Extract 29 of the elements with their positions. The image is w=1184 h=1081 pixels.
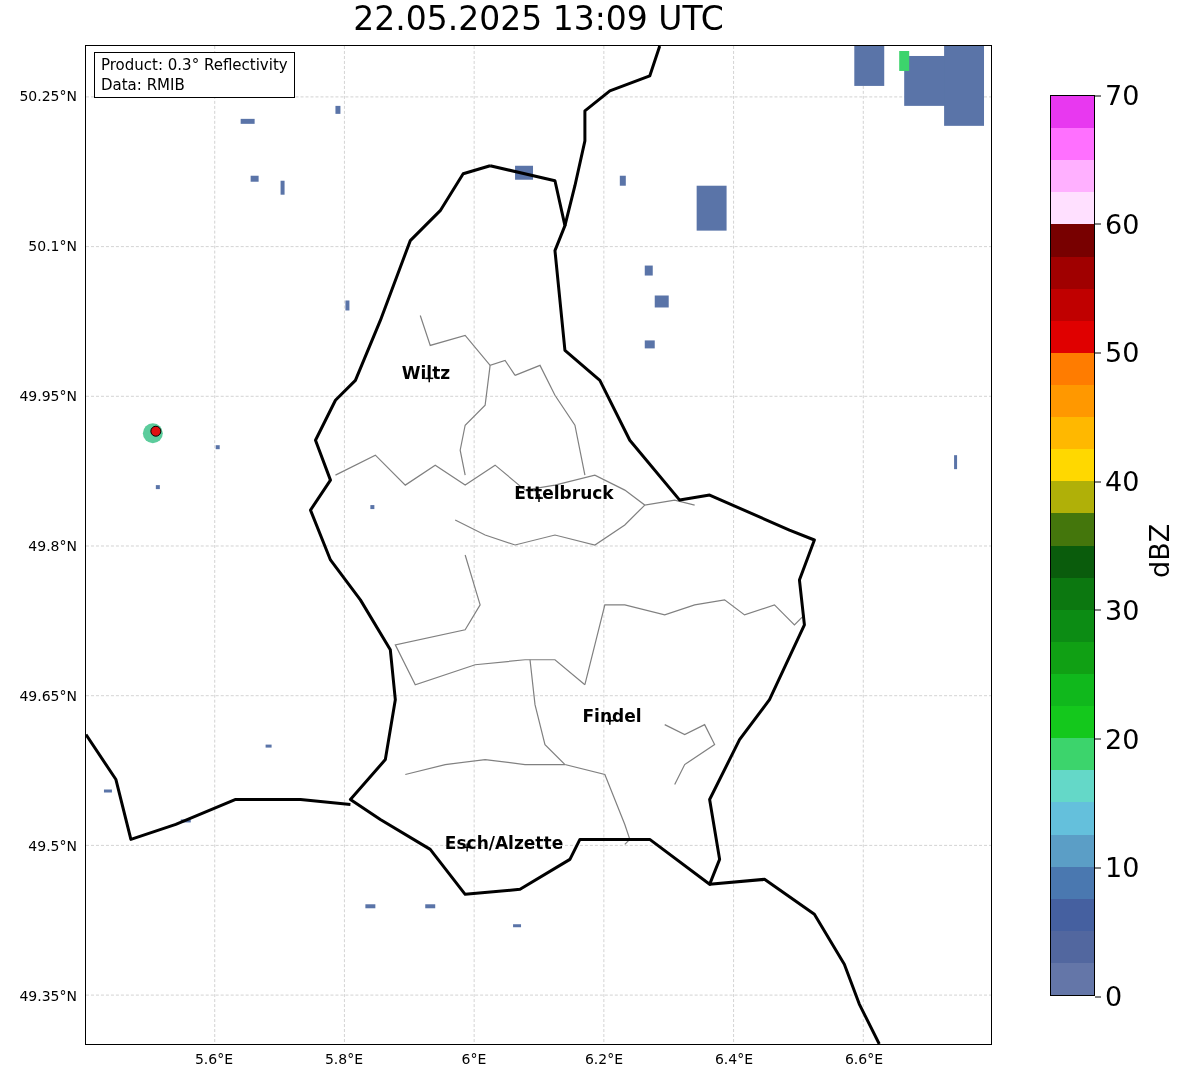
colorbar-label: dBZ (1144, 523, 1175, 578)
latitude-label: 49.5°N (28, 838, 77, 854)
latitude-label: 50.1°N (28, 238, 77, 254)
longitude-label: 5.8°E (324, 1051, 364, 1067)
colorbar-tick-label: 60 (1095, 208, 1140, 240)
colorbar-tick-label: 50 (1095, 336, 1140, 368)
colorbar-tick-label: 0 (1095, 980, 1123, 1012)
colorbar-tick-label: 20 (1095, 723, 1140, 755)
longitude-label: 5.6°E (194, 1051, 234, 1067)
chart-title: 22.05.2025 13:09 UTC (352, 0, 725, 40)
city-label: Ettelbruck (514, 483, 614, 503)
colorbar-tick-label: 10 (1095, 851, 1140, 883)
colorbar-tick-label: 30 (1095, 594, 1140, 626)
colorbar-tick-label: 70 (1095, 79, 1140, 111)
city-label: Wiltz (401, 363, 451, 383)
latitude-label: 49.95°N (19, 388, 77, 404)
colorbar-tick-label: 40 (1095, 465, 1140, 497)
latitude-label: 50.25°N (19, 88, 77, 104)
info-text: Product: 0.3° Reflectivity (101, 55, 288, 75)
latitude-label: 49.35°N (19, 988, 77, 1004)
city-label: Findel (582, 706, 642, 726)
longitude-label: 6.4°E (714, 1051, 754, 1067)
longitude-label: 6°E (461, 1051, 487, 1067)
city-label: Esch/Alzette (444, 833, 564, 853)
latitude-label: 49.8°N (28, 538, 77, 554)
longitude-label: 6.6°E (844, 1051, 884, 1067)
latitude-label: 49.65°N (19, 688, 77, 704)
longitude-label: 6.2°E (584, 1051, 624, 1067)
info-text: Data: RMIB (101, 75, 186, 95)
